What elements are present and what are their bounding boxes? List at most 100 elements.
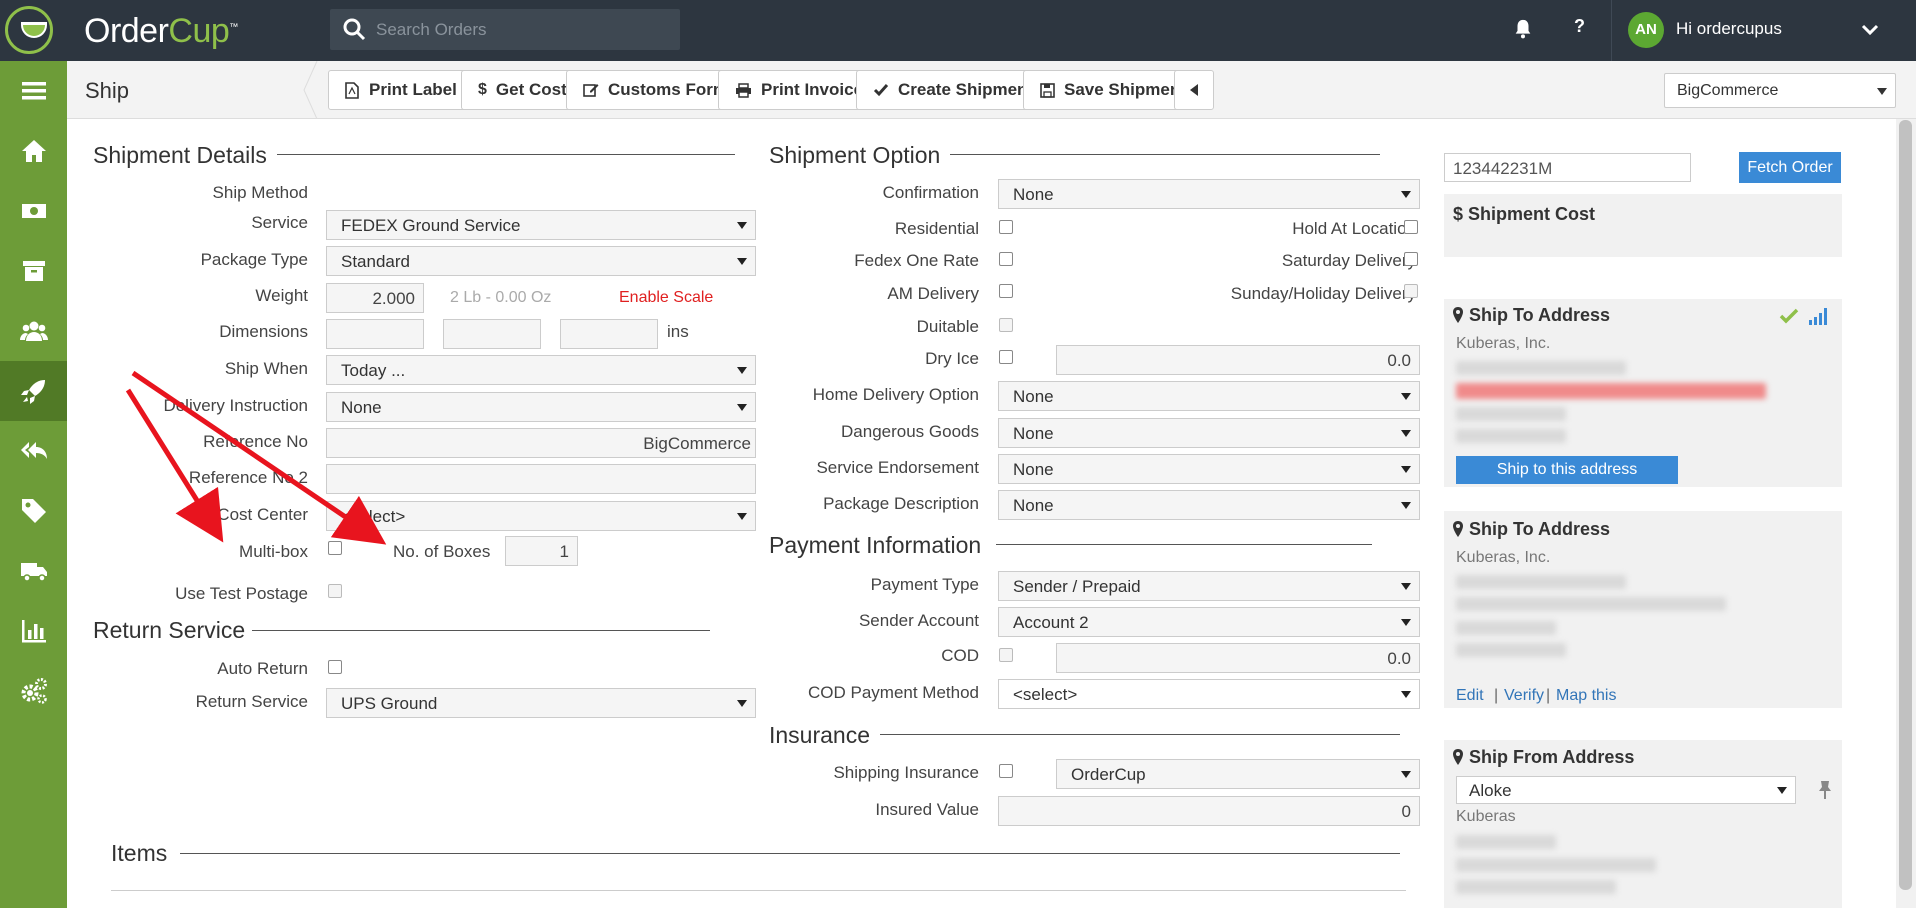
delivery-instruction-select[interactable]: None <box>326 392 756 422</box>
enable-scale-link[interactable]: Enable Scale <box>619 289 713 307</box>
sender-account-select[interactable]: Account 2 <box>998 607 1420 637</box>
fetch-order-button[interactable]: Fetch Order <box>1739 152 1841 183</box>
dangerous-goods-select[interactable]: None <box>998 418 1420 448</box>
cost-center-select[interactable]: <select> <box>326 501 756 531</box>
shipping-insurance-select[interactable]: OrderCup <box>1056 759 1420 789</box>
weight-input[interactable]: 2.000 <box>326 283 424 313</box>
insured-value-input[interactable]: 0 <box>998 796 1420 826</box>
ship-from-select[interactable]: Aloke <box>1456 776 1796 804</box>
delivery-instruction-label: Delivery Instruction <box>163 396 308 415</box>
top-navbar: OrderCup™ ? AN Hi ordercupus <box>0 0 1916 61</box>
fedex-one-rate-checkbox[interactable] <box>999 252 1013 266</box>
collapse-panel-button[interactable] <box>1174 70 1214 110</box>
cod-payment-method-select[interactable]: <select> <box>998 679 1420 709</box>
check-icon <box>1779 308 1799 324</box>
shipping-insurance-label: Shipping Insurance <box>833 763 979 782</box>
sender-account-label: Sender Account <box>858 611 979 630</box>
insurance-heading: Insurance <box>769 722 871 748</box>
help-icon[interactable]: ? <box>1574 16 1585 37</box>
height-input[interactable] <box>560 319 658 349</box>
ship-to-address-title: Ship To Address <box>1469 519 1611 539</box>
search-input[interactable] <box>376 9 666 50</box>
am-delivery-checkbox[interactable] <box>999 284 1013 298</box>
multi-box-checkbox[interactable] <box>328 541 342 555</box>
confirmation-label: Confirmation <box>882 183 979 202</box>
print-label-button[interactable]: Print Label <box>328 70 474 110</box>
address-line-redacted <box>1456 361 1626 375</box>
ship-to-address-title: Ship To Address <box>1469 305 1611 325</box>
package-type-select[interactable]: Standard <box>326 246 756 276</box>
width-input[interactable] <box>443 319 541 349</box>
service-label: Service <box>251 213 308 232</box>
verify-link[interactable]: Verify <box>1504 687 1544 705</box>
shipment-cost-panel: $ Shipment Cost <box>1444 194 1842 257</box>
service-select[interactable]: FEDEX Ground Service <box>326 210 756 240</box>
service-endorsement-select[interactable]: None <box>998 454 1420 484</box>
return-service-select[interactable]: UPS Ground <box>326 688 756 718</box>
dry-ice-checkbox[interactable] <box>999 350 1013 364</box>
reference-no-input[interactable]: BigCommerce <box>326 428 756 458</box>
tag-icon[interactable] <box>0 481 67 541</box>
package-description-select[interactable]: None <box>998 490 1420 520</box>
dry-ice-label: Dry Ice <box>925 349 979 368</box>
address-line-redacted <box>1456 643 1566 657</box>
gears-icon[interactable] <box>0 661 67 721</box>
order-number-input[interactable]: 123442231M <box>1444 153 1691 182</box>
chevron-down-icon[interactable] <box>1860 20 1880 40</box>
length-input[interactable] <box>326 319 424 349</box>
app-logo[interactable]: OrderCup™ <box>0 0 316 61</box>
ship-from-company: Kuberas <box>1456 808 1516 825</box>
money-icon[interactable] <box>0 181 67 241</box>
cod-input[interactable]: 0.0 <box>1056 643 1420 673</box>
ship-to-this-address-button[interactable]: Ship to this address <box>1456 456 1678 484</box>
create-shipment-button[interactable]: Create Shipment <box>856 70 1051 110</box>
users-icon[interactable] <box>0 301 67 361</box>
confirmation-select[interactable]: None <box>998 179 1420 209</box>
archive-icon[interactable] <box>0 241 67 301</box>
dollar-icon: $ <box>478 81 487 98</box>
sidebar <box>0 61 67 908</box>
dry-ice-input[interactable]: 0.0 <box>1056 345 1420 375</box>
avatar[interactable]: AN <box>1628 12 1664 48</box>
dimensions-unit: ins <box>667 322 689 341</box>
saturday-delivery-checkbox[interactable] <box>1404 252 1418 266</box>
scrollbar-thumb[interactable] <box>1899 120 1912 890</box>
edit-link[interactable]: Edit <box>1456 687 1484 705</box>
residential-checkbox[interactable] <box>999 220 1013 234</box>
payment-information-heading: Payment Information <box>769 532 982 558</box>
cod-payment-method-label: COD Payment Method <box>807 683 979 702</box>
duitable-checkbox[interactable] <box>999 318 1013 332</box>
bar-chart-icon[interactable] <box>0 601 67 661</box>
map-this-link[interactable]: Map this <box>1556 687 1616 705</box>
payment-type-select[interactable]: Sender / Prepaid <box>998 571 1420 601</box>
thumbtack-icon[interactable] <box>1817 780 1833 800</box>
bell-icon[interactable] <box>1512 17 1534 41</box>
home-delivery-option-select[interactable]: None <box>998 381 1420 411</box>
user-greeting[interactable]: Hi ordercupus <box>1676 19 1782 39</box>
no-of-boxes-input[interactable]: 1 <box>505 536 578 566</box>
cod-checkbox[interactable] <box>999 648 1013 662</box>
address-line-redacted <box>1456 880 1616 894</box>
use-test-postage-checkbox[interactable] <box>328 584 342 598</box>
reference-no-2-input[interactable] <box>326 464 756 494</box>
auto-return-checkbox[interactable] <box>328 660 342 674</box>
ship-when-select[interactable]: Today ... <box>326 355 756 385</box>
hold-at-location-checkbox[interactable] <box>1404 220 1418 234</box>
menu-icon[interactable] <box>0 61 67 121</box>
shipping-insurance-checkbox[interactable] <box>999 764 1013 778</box>
reply-all-icon[interactable] <box>0 421 67 481</box>
ship-to-company: Kuberas, Inc. <box>1456 335 1551 352</box>
logo-cup-icon <box>5 6 53 54</box>
truck-icon[interactable] <box>0 541 67 601</box>
rocket-icon[interactable] <box>0 361 67 421</box>
store-select[interactable]: BigCommerce <box>1664 73 1896 108</box>
sunday-holiday-delivery-checkbox[interactable] <box>1404 284 1418 298</box>
hold-at-location-label: Hold At Location <box>1292 219 1416 238</box>
home-icon[interactable] <box>0 121 67 181</box>
address-line-redacted <box>1456 858 1656 872</box>
service-endorsement-label: Service Endorsement <box>816 458 979 477</box>
signal-strength-icon <box>1809 308 1827 325</box>
map-marker-icon <box>1453 307 1463 323</box>
logo-text: OrderCup™ <box>84 12 238 50</box>
auto-return-label: Auto Return <box>217 659 308 678</box>
